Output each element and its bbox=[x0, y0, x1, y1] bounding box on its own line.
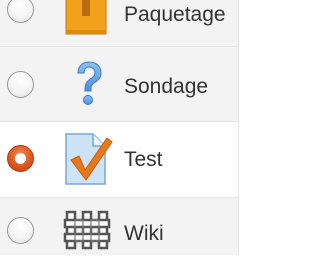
radio-wiki[interactable] bbox=[7, 217, 34, 244]
wiki-icon bbox=[63, 208, 111, 257]
activity-row-wiki[interactable]: Wiki bbox=[0, 198, 238, 255]
radio-test[interactable] bbox=[7, 145, 34, 172]
activity-label: Wiki bbox=[124, 222, 164, 245]
radio-sondage[interactable] bbox=[7, 71, 34, 98]
activity-label: Test bbox=[124, 148, 163, 171]
panel-right-border bbox=[238, 0, 246, 255]
activity-chooser-list: Paquetage Sondage Test Wiki bbox=[0, 0, 238, 255]
radio-paquetage[interactable] bbox=[7, 0, 34, 23]
activity-row-paquetage[interactable]: Paquetage bbox=[0, 0, 238, 46]
question-mark-icon bbox=[74, 61, 104, 112]
activity-row-test[interactable]: Test bbox=[0, 122, 238, 197]
quiz-checkmark-icon bbox=[63, 132, 113, 191]
activity-label: Sondage bbox=[124, 75, 209, 98]
activity-label: Paquetage bbox=[124, 3, 226, 26]
activity-row-sondage[interactable]: Sondage bbox=[0, 47, 238, 121]
package-icon bbox=[63, 0, 109, 41]
